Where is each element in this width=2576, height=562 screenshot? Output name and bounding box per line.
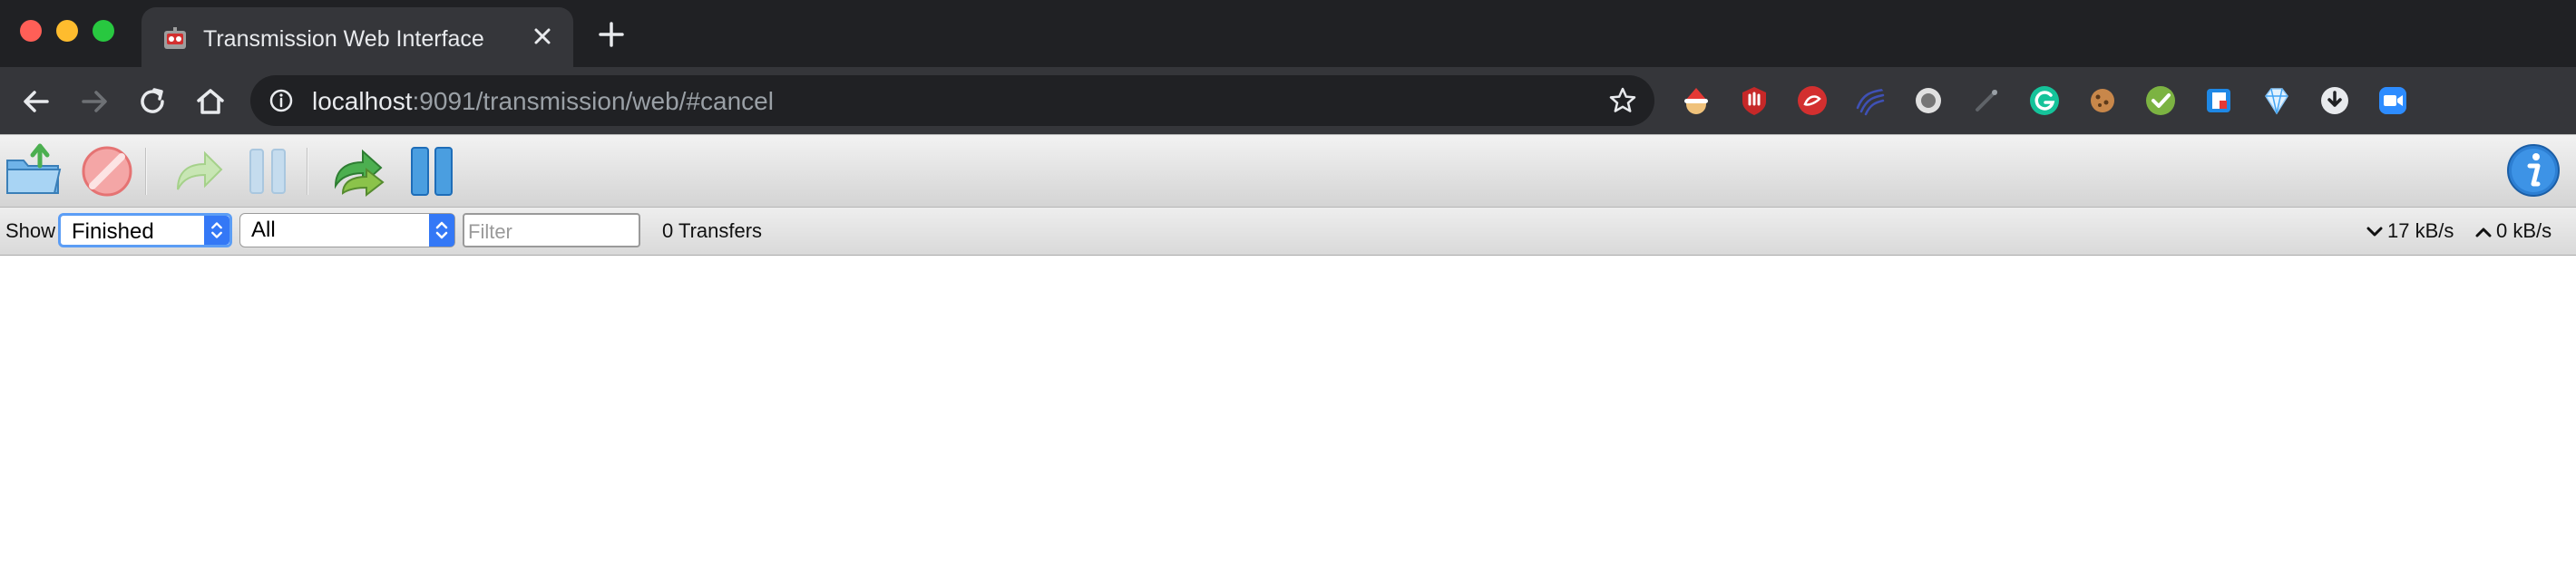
reload-icon[interactable] bbox=[134, 83, 171, 120]
url-path: :9091/transmission/web/#cancel bbox=[412, 87, 774, 115]
dark-reader-extension-icon[interactable] bbox=[1970, 84, 2003, 117]
download-speed-value: 17 kB/s bbox=[2387, 219, 2454, 242]
zoom-extension-icon[interactable] bbox=[2376, 84, 2409, 117]
diamond-extension-icon[interactable] bbox=[2260, 84, 2293, 117]
filter-bar: Show Finished All 0 Transfers 17 kB/s 0 … bbox=[0, 207, 2576, 256]
cookie-extension-icon[interactable] bbox=[2086, 84, 2119, 117]
download-speed: 17 kB/s bbox=[2366, 219, 2454, 243]
transmission-toolbar bbox=[0, 134, 2576, 207]
new-tab-icon[interactable] bbox=[595, 18, 628, 51]
transmission-favicon-icon bbox=[164, 27, 186, 49]
state-filter-value: Finished bbox=[72, 219, 154, 244]
resume-all-icon[interactable] bbox=[330, 142, 392, 200]
pause-torrent-icon[interactable] bbox=[238, 142, 299, 200]
record-extension-icon[interactable] bbox=[1912, 84, 1945, 117]
filter-input[interactable] bbox=[463, 213, 640, 247]
pause-all-icon[interactable] bbox=[403, 142, 464, 200]
back-icon[interactable] bbox=[18, 83, 54, 120]
toolbar-separator bbox=[145, 148, 147, 195]
browser-tab-strip: Transmission Web Interface bbox=[0, 0, 2576, 67]
chevron-down-icon bbox=[2366, 227, 2383, 237]
url-host: localhost bbox=[312, 87, 413, 115]
close-tab-icon[interactable] bbox=[526, 20, 559, 53]
torrent-list bbox=[0, 256, 2576, 562]
toolbar-separator bbox=[307, 148, 308, 195]
download-extension-icon[interactable] bbox=[2318, 84, 2351, 117]
open-torrent-icon[interactable] bbox=[4, 142, 65, 200]
url-text[interactable]: localhost:9091/transmission/web/#cancel bbox=[312, 87, 774, 116]
maximize-window-button[interactable] bbox=[93, 20, 114, 42]
check-extension-icon[interactable] bbox=[2144, 84, 2177, 117]
tracker-filter-value: All bbox=[251, 218, 276, 242]
wave-extension-icon[interactable] bbox=[1854, 84, 1887, 117]
grammarly-extension-icon[interactable] bbox=[2028, 84, 2061, 117]
address-bar[interactable]: localhost:9091/transmission/web/#cancel bbox=[250, 75, 1654, 126]
remove-torrent-icon[interactable] bbox=[76, 142, 138, 200]
select-arrows-icon bbox=[429, 214, 454, 247]
upload-speed: 0 kB/s bbox=[2474, 219, 2552, 243]
browser-tab[interactable]: Transmission Web Interface bbox=[141, 7, 573, 67]
close-window-button[interactable] bbox=[20, 20, 42, 42]
home-icon[interactable] bbox=[192, 83, 229, 120]
upload-speed-value: 0 kB/s bbox=[2496, 219, 2552, 242]
tracker-filter-select[interactable]: All bbox=[239, 213, 455, 247]
site-info-icon[interactable] bbox=[268, 88, 294, 113]
chevron-up-icon bbox=[2475, 228, 2492, 237]
adobe-extension-icon[interactable] bbox=[1796, 84, 1829, 117]
state-filter-select[interactable]: Finished bbox=[58, 213, 232, 247]
browser-toolbar: localhost:9091/transmission/web/#cancel … bbox=[0, 67, 2576, 189]
select-arrows-icon bbox=[204, 216, 229, 245]
santa-hat-extension-icon[interactable] bbox=[1680, 84, 1712, 117]
forward-icon[interactable] bbox=[76, 83, 112, 120]
inspector-info-icon[interactable] bbox=[2505, 142, 2561, 199]
show-label: Show bbox=[5, 219, 56, 242]
tab-title: Transmission Web Interface bbox=[203, 26, 484, 52]
resume-torrent-icon[interactable] bbox=[167, 142, 229, 200]
notebook-extension-icon[interactable] bbox=[2202, 84, 2235, 117]
transfer-count: 0 Transfers bbox=[662, 219, 763, 242]
ublock-extension-icon[interactable] bbox=[1738, 84, 1771, 117]
bookmark-star-icon[interactable] bbox=[1607, 85, 1638, 116]
minimize-window-button[interactable] bbox=[56, 20, 78, 42]
